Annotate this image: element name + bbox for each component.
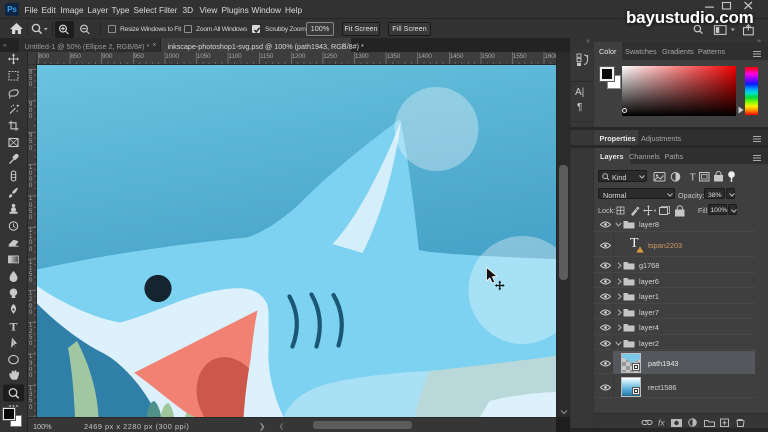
svg-text:!: ! — [639, 248, 640, 253]
svg-text:fx: fx — [658, 418, 665, 427]
svg-text:T: T — [690, 171, 697, 183]
svg-text:T: T — [9, 320, 17, 334]
